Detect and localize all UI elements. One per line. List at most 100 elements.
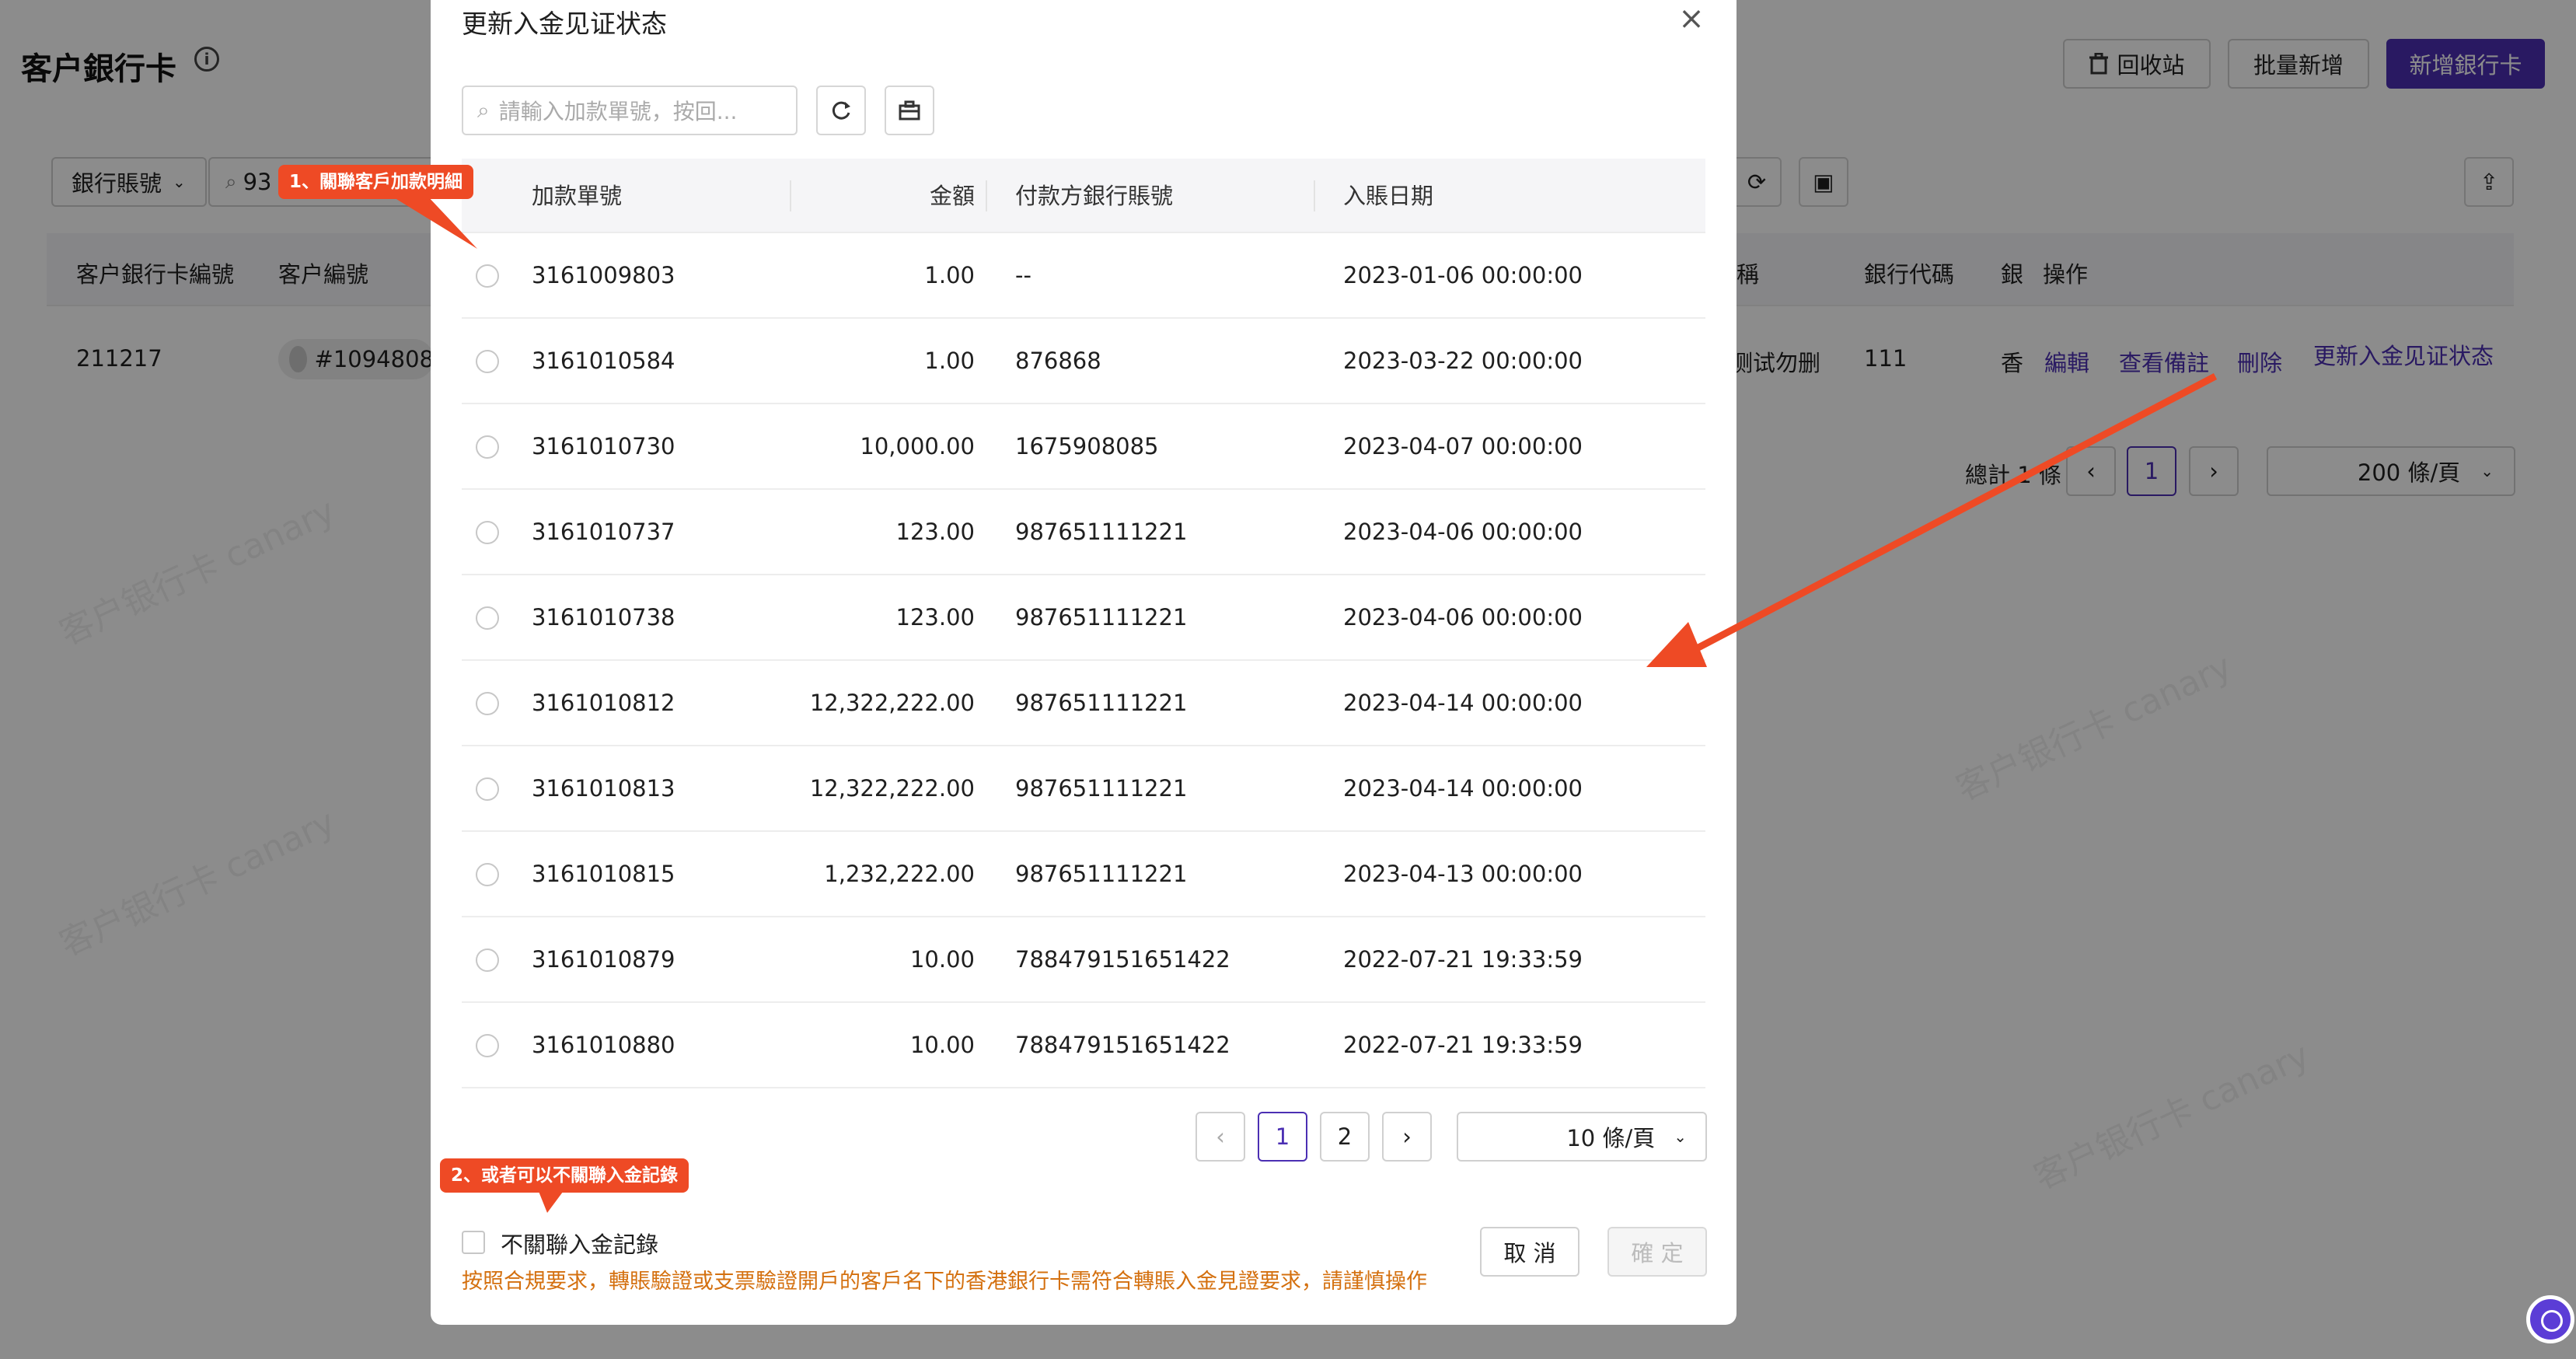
deposit-amount: 1.00: [924, 348, 975, 374]
deposit-date: 2023-03-22 00:00:00: [1343, 348, 1583, 374]
table-row[interactable]: 3161010880 10.00 788479151651422 2022-07-21…: [462, 1003, 1705, 1088]
payer-account: --: [1015, 262, 1031, 288]
deposit-amount: 10.00: [909, 1032, 975, 1058]
payer-account: 1675908085: [1015, 433, 1159, 459]
toolbox-button[interactable]: [885, 86, 934, 135]
deposit-amount: 10.00: [909, 946, 975, 973]
watermark: 客户银行卡 canary: [1950, 646, 2238, 809]
payer-account: 876868: [1015, 348, 1101, 374]
payer-account: 788479151651422: [1015, 1032, 1230, 1058]
page-size-value: 10 條/頁: [1566, 1125, 1656, 1151]
refresh-button[interactable]: [816, 86, 866, 135]
column-amount: 金額: [929, 183, 975, 209]
deposit-id: 3161010737: [532, 519, 675, 545]
deposit-date: 2023-04-14 00:00:00: [1343, 775, 1583, 802]
refresh-icon: [832, 101, 850, 120]
deposit-amount: 12,322,222.00: [809, 775, 975, 802]
no-link-label[interactable]: 不關聯入金記錄: [501, 1227, 658, 1259]
watermark: 客户银行卡 canary: [54, 491, 341, 654]
support-chat-icon[interactable]: [2526, 1295, 2574, 1343]
next-page-button[interactable]: ›: [1382, 1112, 1432, 1162]
row-select-radio[interactable]: [476, 350, 499, 373]
deposit-date: 2023-04-07 00:00:00: [1343, 433, 1583, 459]
column-divider: [790, 180, 791, 211]
column-divider: [986, 180, 987, 211]
table-row[interactable]: 3161010813 12,322,222.00 987651111221 2023-…: [462, 746, 1705, 832]
column-payer-account: 付款方銀行賬號: [1015, 183, 1174, 209]
update-deposit-status-modal: 更新入金见证状态 × ⌕ 請輸入加款單號，按回... 加款單號 金額 付款方銀行…: [431, 0, 1737, 1325]
deposit-amount: 1.00: [924, 262, 975, 288]
deposit-amount: 123.00: [895, 604, 975, 631]
modal-title: 更新入金见证状态: [462, 9, 667, 39]
deposit-id: 3161009803: [532, 262, 675, 288]
payer-account: 788479151651422: [1015, 946, 1230, 973]
row-select-radio[interactable]: [476, 1034, 499, 1057]
payer-account: 987651111221: [1015, 861, 1188, 887]
payer-account: 987651111221: [1015, 519, 1188, 545]
annotation-step-1: 1、關聯客戶加款明細: [278, 165, 474, 199]
page-size-select[interactable]: 10 條/頁 ⌄: [1457, 1112, 1707, 1162]
deposit-table: 加款單號 金額 付款方銀行賬號 入賬日期 3161009803 1.00 -- 202…: [462, 159, 1705, 1088]
deposit-id: 3161010584: [532, 348, 675, 374]
search-icon: ⌕: [477, 97, 490, 123]
column-divider: [1314, 180, 1315, 211]
deposit-amount: 123.00: [895, 519, 975, 545]
watermark: 客户银行卡 canary: [54, 802, 341, 965]
deposit-id: 3161010738: [532, 604, 675, 631]
table-row[interactable]: 3161010812 12,322,222.00 987651111221 2023-…: [462, 661, 1705, 746]
deposit-date: 2022-07-21 19:33:59: [1343, 1032, 1583, 1058]
table-row[interactable]: 3161010879 10.00 788479151651422 2022-07-21…: [462, 917, 1705, 1003]
page-2-button[interactable]: 2: [1320, 1112, 1370, 1162]
toolbox-icon: [899, 100, 920, 121]
table-row[interactable]: 3161010730 10,000.00 1675908085 2023-04-07 …: [462, 404, 1705, 490]
no-link-checkbox[interactable]: [462, 1231, 485, 1254]
deposit-date: 2023-04-06 00:00:00: [1343, 604, 1583, 631]
deposit-table-header: 加款單號 金額 付款方銀行賬號 入賬日期: [462, 159, 1705, 233]
deposit-date: 2023-04-14 00:00:00: [1343, 690, 1583, 716]
deposit-table-body: 3161009803 1.00 -- 2023-01-06 00:00:00 31610…: [462, 233, 1705, 1088]
table-row[interactable]: 3161010738 123.00 987651111221 2023-04-06 0…: [462, 575, 1705, 661]
deposit-amount: 1,232,222.00: [824, 861, 975, 887]
page-1-button[interactable]: 1: [1258, 1112, 1307, 1162]
deposit-date: 2023-04-06 00:00:00: [1343, 519, 1583, 545]
deposit-amount: 10,000.00: [860, 433, 975, 459]
deposit-id: 3161010815: [532, 861, 675, 887]
row-select-radio[interactable]: [476, 777, 499, 801]
chevron-right-icon: ›: [1402, 1123, 1412, 1150]
annotation-step-2: 2、或者可以不關聯入金記錄: [440, 1158, 689, 1193]
row-select-radio[interactable]: [476, 521, 499, 544]
table-row[interactable]: 3161009803 1.00 -- 2023-01-06 00:00:00: [462, 233, 1705, 319]
table-row[interactable]: 3161010815 1,232,222.00 987651111221 2023-0…: [462, 832, 1705, 917]
row-select-radio[interactable]: [476, 435, 499, 459]
watermark: 客户银行卡 canary: [2028, 1035, 2316, 1198]
payer-account: 987651111221: [1015, 690, 1188, 716]
deposit-id: 3161010813: [532, 775, 675, 802]
column-deposit-date: 入賬日期: [1343, 183, 1434, 209]
payer-account: 987651111221: [1015, 604, 1188, 631]
confirm-button[interactable]: 確 定: [1607, 1227, 1707, 1277]
cancel-button[interactable]: 取 消: [1480, 1227, 1579, 1277]
deposit-id: 3161010879: [532, 946, 675, 973]
row-select-radio[interactable]: [476, 949, 499, 972]
column-deposit-id: 加款單號: [532, 183, 623, 209]
deposit-id: 3161010730: [532, 433, 675, 459]
deposit-amount: 12,322,222.00: [809, 690, 975, 716]
deposit-id: 3161010812: [532, 690, 675, 716]
row-select-radio[interactable]: [476, 863, 499, 886]
deposit-date: 2023-04-13 00:00:00: [1343, 861, 1583, 887]
prev-page-button[interactable]: ‹: [1196, 1112, 1245, 1162]
chevron-left-icon: ‹: [1216, 1123, 1225, 1150]
table-row[interactable]: 3161010737 123.00 987651111221 2023-04-06 0…: [462, 490, 1705, 575]
search-placeholder: 請輸入加款單號，按回...: [498, 99, 738, 124]
close-icon[interactable]: ×: [1676, 3, 1707, 34]
row-select-radio[interactable]: [476, 692, 499, 715]
deposit-id: 3161010880: [532, 1032, 675, 1058]
compliance-warning: 按照合規要求，轉賬驗證或支票驗證開戶的客戶名下的香港銀行卡需符合轉賬入金見證要求…: [462, 1270, 1427, 1294]
chevron-down-icon: ⌄: [1674, 1127, 1687, 1146]
deposit-search-input[interactable]: ⌕ 請輸入加款單號，按回...: [462, 86, 798, 135]
payer-account: 987651111221: [1015, 775, 1188, 802]
table-row[interactable]: 3161010584 1.00 876868 2023-03-22 00:00:00: [462, 319, 1705, 404]
row-select-radio[interactable]: [476, 264, 499, 288]
deposit-date: 2022-07-21 19:33:59: [1343, 946, 1583, 973]
row-select-radio[interactable]: [476, 606, 499, 630]
